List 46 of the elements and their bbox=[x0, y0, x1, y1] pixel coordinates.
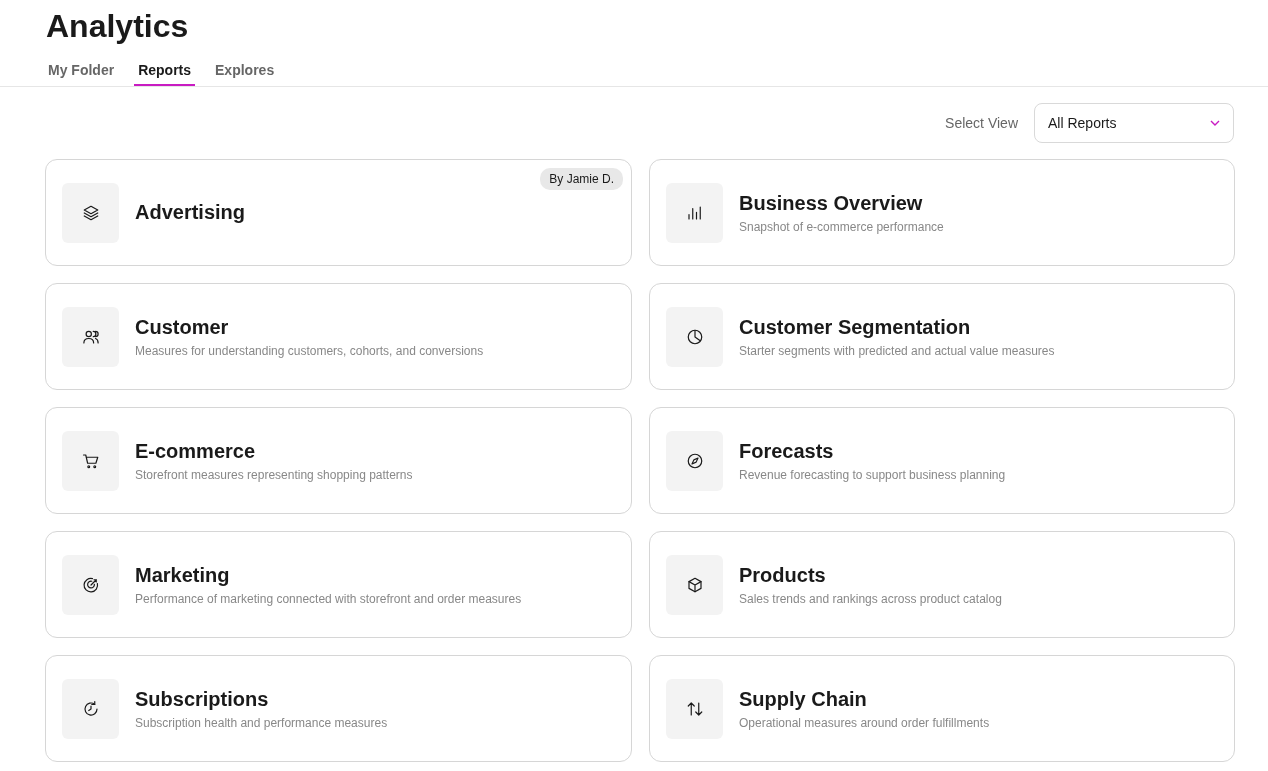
tab[interactable]: My Folder bbox=[44, 58, 119, 86]
report-description: Sales trends and rankings across product catalog bbox=[739, 591, 1002, 606]
tab[interactable]: Explores bbox=[211, 58, 279, 86]
report-title: Business Overview bbox=[739, 191, 924, 215]
report-card[interactable]: Customer Measures for understanding customers, cohorts, and conversions bbox=[45, 283, 632, 390]
report-title: Advertising bbox=[135, 201, 246, 224]
bar-chart-icon bbox=[685, 203, 704, 222]
report-description: Measures for understanding customers, cohorts, and conversions bbox=[135, 343, 484, 358]
cart-icon bbox=[81, 451, 100, 470]
report-card[interactable]: Marketing Performance of marketing connected with storefront and order measures bbox=[45, 531, 632, 638]
report-card[interactable]: Advertising By Jamie D. bbox=[45, 159, 632, 266]
report-description: Revenue forecasting to support business planning bbox=[739, 467, 1006, 482]
chevron-down-icon bbox=[1210, 120, 1220, 126]
cube-icon bbox=[685, 575, 704, 594]
view-dropdown[interactable]: All Reports bbox=[1034, 103, 1234, 143]
up-down-arrows-icon bbox=[685, 699, 704, 718]
report-card[interactable]: Business Overview Snapshot of e-commerce performance bbox=[649, 159, 1235, 266]
select-view-label: Select View bbox=[945, 115, 1018, 131]
author-badge: By Jamie D. bbox=[540, 168, 623, 190]
report-description: Snapshot of e-commerce performance bbox=[739, 219, 944, 234]
report-description: Starter segments with predicted and actual value measures bbox=[739, 343, 1055, 358]
page-title: Analytics bbox=[45, 7, 190, 46]
report-title: Customer Segmentation bbox=[739, 315, 972, 339]
report-title: Forecasts bbox=[739, 439, 835, 463]
tab[interactable]: Reports bbox=[134, 58, 196, 86]
report-description: Performance of marketing connected with storefront and order measures bbox=[135, 591, 522, 606]
report-title: Subscriptions bbox=[135, 687, 270, 711]
compass-icon bbox=[685, 451, 704, 470]
report-title: E-commerce bbox=[135, 439, 257, 463]
report-title: Customer bbox=[135, 315, 230, 339]
clock-arrow-icon bbox=[81, 699, 100, 718]
report-title: Products bbox=[739, 563, 827, 587]
target-icon bbox=[81, 575, 100, 594]
report-card[interactable]: Forecasts Revenue forecasting to support business planning bbox=[649, 407, 1235, 514]
report-card[interactable]: E-commerce Storefront measures representing shopping patterns bbox=[45, 407, 632, 514]
layers-icon bbox=[81, 203, 100, 222]
report-description: Subscription health and performance measures bbox=[135, 715, 388, 730]
report-title: Supply Chain bbox=[739, 687, 868, 711]
report-title: Marketing bbox=[135, 563, 231, 587]
report-card[interactable]: Subscriptions Subscription health and performance measures bbox=[45, 655, 632, 762]
report-description: Operational measures around order fulfillments bbox=[739, 715, 990, 730]
report-card[interactable]: Products Sales trends and rankings across product catalog bbox=[649, 531, 1235, 638]
report-card[interactable]: Supply Chain Operational measures around order fulfillments bbox=[649, 655, 1235, 762]
pie-chart-icon bbox=[685, 327, 704, 346]
report-card[interactable]: Customer Segmentation Starter segments with predicted and actual value measures bbox=[649, 283, 1235, 390]
report-description: Storefront measures representing shopping patterns bbox=[135, 467, 413, 482]
